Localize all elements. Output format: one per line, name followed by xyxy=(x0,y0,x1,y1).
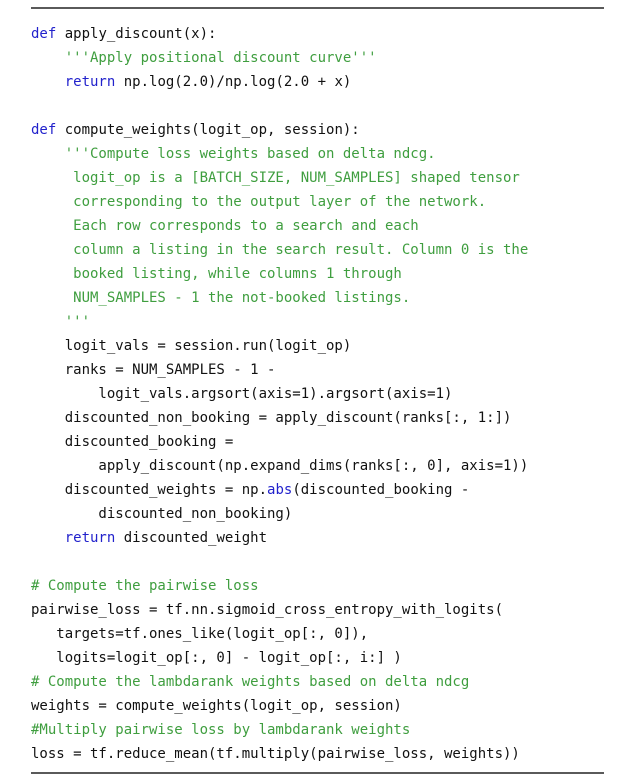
code-line: def apply_discount(x): xyxy=(31,22,632,46)
code-token-str: column a listing in the search result. C… xyxy=(31,242,529,258)
code-token-str: NUM_SAMPLES - 1 the not-booked listings. xyxy=(31,290,411,306)
code-token-str: booked listing, while columns 1 through xyxy=(31,266,402,282)
code-line: discounted_weights = np.abs(discounted_b… xyxy=(31,478,632,502)
code-token-str: ''' xyxy=(31,314,91,330)
code-listing-figure: def apply_discount(x): '''Apply position… xyxy=(0,7,632,775)
code-token-str: '''Apply positional discount curve''' xyxy=(31,50,377,66)
code-token-cmt: # Compute the pairwise loss xyxy=(31,578,259,594)
code-token-pl: loss = tf.reduce_mean(tf.multiply(pairwi… xyxy=(31,746,520,762)
code-token-pl: compute_weights(logit_op, session): xyxy=(56,122,360,138)
code-line: column a listing in the search result. C… xyxy=(31,238,632,262)
code-token-pl: (discounted_booking - xyxy=(292,482,470,498)
code-line: logit_op is a [BATCH_SIZE, NUM_SAMPLES] … xyxy=(31,166,632,190)
code-line: apply_discount(np.expand_dims(ranks[:, 0… xyxy=(31,454,632,478)
code-token-pl: targets=tf.ones_like(logit_op[:, 0]), xyxy=(31,626,369,642)
code-token-pl: logit_vals = session.run(logit_op) xyxy=(31,338,352,354)
code-line: corresponding to the output layer of the… xyxy=(31,190,632,214)
code-token-str: Each row corresponds to a search and eac… xyxy=(31,218,419,234)
code-line: # Compute the lambdarank weights based o… xyxy=(31,670,632,694)
code-token-pl: ranks = NUM_SAMPLES - 1 - xyxy=(31,362,276,378)
code-token-str: corresponding to the output layer of the… xyxy=(31,194,487,210)
code-token-pl: discounted_weight xyxy=(115,530,268,546)
code-token-bi: abs xyxy=(267,482,293,498)
code-token-pl: apply_discount(x): xyxy=(56,26,217,42)
code-line: return discounted_weight xyxy=(31,526,632,550)
code-line: targets=tf.ones_like(logit_op[:, 0]), xyxy=(31,622,632,646)
code-token-pl: logit_vals.argsort(axis=1).argsort(axis=… xyxy=(31,386,453,402)
code-line: ''' xyxy=(31,310,632,334)
code-line: #Multiply pairwise loss by lambdarank we… xyxy=(31,718,632,742)
code-line: discounted_non_booking) xyxy=(31,502,632,526)
code-token-kw: return xyxy=(64,74,116,90)
bottom-rule xyxy=(31,772,604,774)
code-line: ranks = NUM_SAMPLES - 1 - xyxy=(31,358,632,382)
code-token-pl: discounted_non_booking = apply_discount(… xyxy=(31,410,512,426)
code-line: Each row corresponds to a search and eac… xyxy=(31,214,632,238)
code-token-cmt: #Multiply pairwise loss by lambdarank we… xyxy=(31,722,411,738)
code-block: def apply_discount(x): '''Apply position… xyxy=(0,9,632,766)
code-line: '''Compute loss weights based on delta n… xyxy=(31,142,632,166)
code-token-str: '''Compute loss weights based on delta n… xyxy=(31,146,436,162)
code-line: booked listing, while columns 1 through xyxy=(31,262,632,286)
code-token-kw: def xyxy=(31,26,57,42)
code-line: # Compute the pairwise loss xyxy=(31,574,632,598)
code-token-cmt: # Compute the lambdarank weights based o… xyxy=(31,674,470,690)
code-line: logit_vals.argsort(axis=1).argsort(axis=… xyxy=(31,382,632,406)
code-line: discounted_booking = xyxy=(31,430,632,454)
code-token-pl: discounted_weights = np. xyxy=(31,482,268,498)
code-line: def compute_weights(logit_op, session): xyxy=(31,118,632,142)
code-token-pl: logits=logit_op[:, 0] - logit_op[:, i:] … xyxy=(31,650,402,666)
code-token-pl: weights = compute_weights(logit_op, sess… xyxy=(31,698,402,714)
code-line: weights = compute_weights(logit_op, sess… xyxy=(31,694,632,718)
code-line: logit_vals = session.run(logit_op) xyxy=(31,334,632,358)
code-token-pl: discounted_booking = xyxy=(31,434,234,450)
code-token-kw: return xyxy=(64,530,116,546)
code-line: NUM_SAMPLES - 1 the not-booked listings. xyxy=(31,286,632,310)
code-token-kw: def xyxy=(31,122,57,138)
code-token-pl: discounted_non_booking) xyxy=(31,506,293,522)
code-token-pl: np.log(2.0)/np.log(2.0 + x) xyxy=(115,74,352,90)
code-line: pairwise_loss = tf.nn.sigmoid_cross_entr… xyxy=(31,598,632,622)
code-line: logits=logit_op[:, 0] - logit_op[:, i:] … xyxy=(31,646,632,670)
code-line: '''Apply positional discount curve''' xyxy=(31,46,632,70)
code-token-str: logit_op is a [BATCH_SIZE, NUM_SAMPLES] … xyxy=(31,170,520,186)
code-line: loss = tf.reduce_mean(tf.multiply(pairwi… xyxy=(31,742,632,766)
code-line: return np.log(2.0)/np.log(2.0 + x) xyxy=(31,70,632,94)
code-token-pl: apply_discount(np.expand_dims(ranks[:, 0… xyxy=(31,458,529,474)
code-token-pl: pairwise_loss = tf.nn.sigmoid_cross_entr… xyxy=(31,602,504,618)
code-line: discounted_non_booking = apply_discount(… xyxy=(31,406,632,430)
